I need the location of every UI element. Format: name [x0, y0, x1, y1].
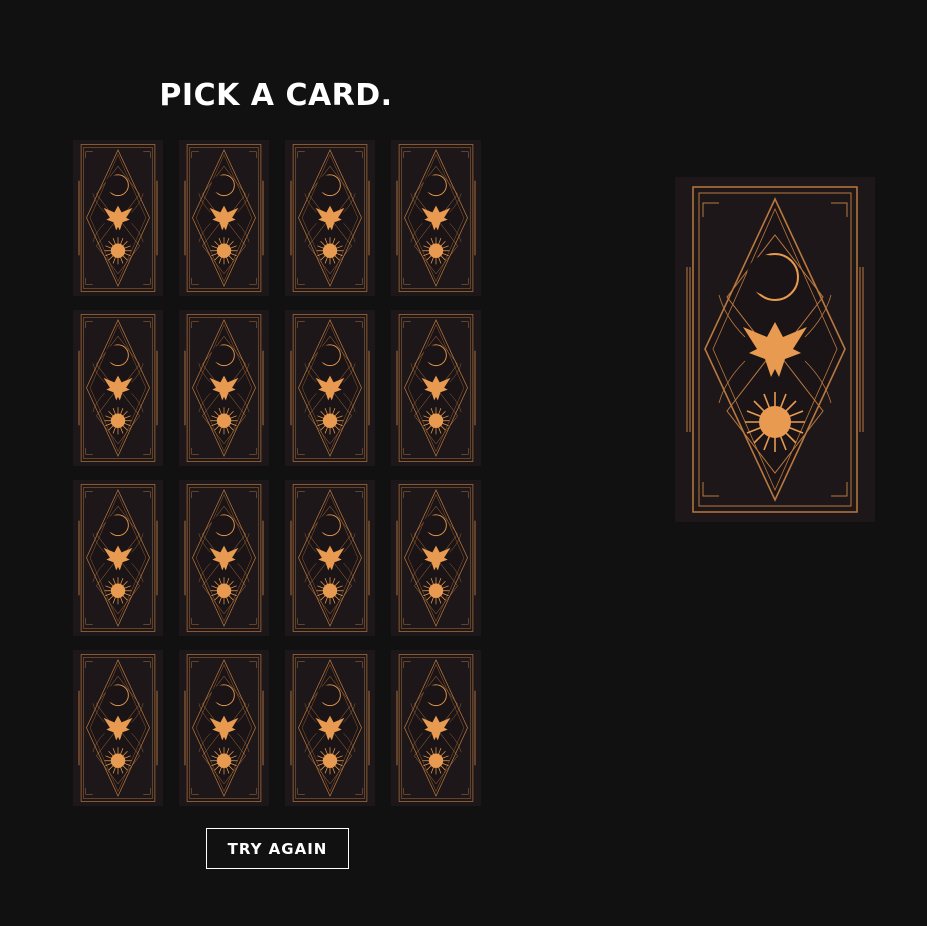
tarot-card-back-icon [73, 480, 163, 636]
tarot-card-back-icon [391, 140, 481, 296]
try-again-button[interactable]: TRY AGAIN [206, 828, 349, 869]
tarot-card-back-icon [285, 140, 375, 296]
tarot-card[interactable] [391, 310, 481, 466]
tarot-card[interactable] [73, 310, 163, 466]
tarot-card[interactable] [73, 140, 163, 296]
tarot-card[interactable] [179, 480, 269, 636]
tarot-card-back-icon [285, 480, 375, 636]
tarot-card[interactable] [285, 650, 375, 806]
tarot-card[interactable] [179, 310, 269, 466]
tarot-card-back-icon [73, 310, 163, 466]
page-title: PICK A CARD. [159, 78, 393, 113]
tarot-card[interactable] [391, 650, 481, 806]
tarot-card-back-icon [73, 650, 163, 806]
selected-card-preview [675, 177, 875, 522]
tarot-card-back-icon [179, 480, 269, 636]
tarot-card[interactable] [73, 480, 163, 636]
tarot-card[interactable] [391, 140, 481, 296]
pick-a-card-page: PICK A CARD. TRY AGAIN [0, 0, 927, 926]
tarot-card[interactable] [179, 140, 269, 296]
tarot-card-back-icon [391, 650, 481, 806]
tarot-card-back-icon [675, 177, 875, 522]
tarot-card[interactable] [73, 650, 163, 806]
tarot-card-back-icon [391, 480, 481, 636]
tarot-card[interactable] [179, 650, 269, 806]
tarot-card-back-icon [391, 310, 481, 466]
tarot-card-back-icon [179, 140, 269, 296]
tarot-card[interactable] [285, 310, 375, 466]
tarot-card-back-icon [285, 650, 375, 806]
card-grid [73, 140, 481, 806]
tarot-card[interactable] [285, 480, 375, 636]
tarot-card[interactable] [391, 480, 481, 636]
tarot-card-back-icon [179, 310, 269, 466]
tarot-card-back-icon [179, 650, 269, 806]
tarot-card[interactable] [285, 140, 375, 296]
tarot-card-back-icon [285, 310, 375, 466]
tarot-card-back-icon [73, 140, 163, 296]
